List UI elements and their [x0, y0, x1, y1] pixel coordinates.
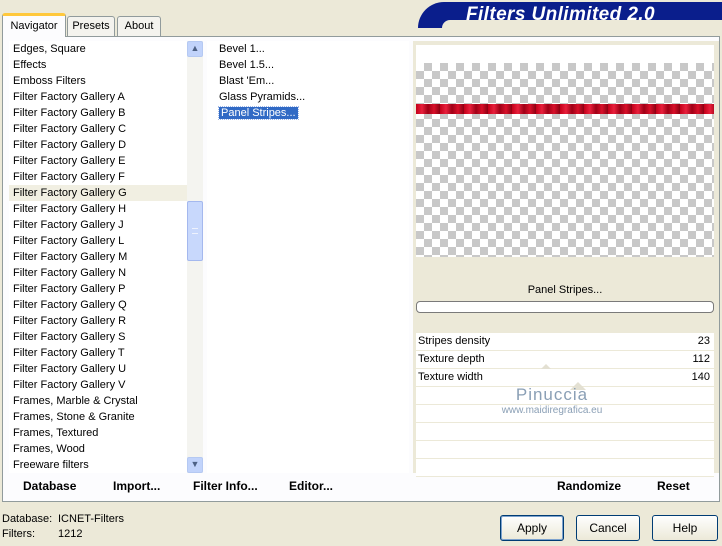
filter-name-label: Panel Stripes...	[527, 284, 603, 296]
slider-value: 23	[697, 335, 710, 347]
filter-item-label: Glass Pyramids...	[219, 91, 306, 103]
category-item[interactable]: Filter Factory Gallery F	[9, 169, 189, 185]
filter-item[interactable]: Bevel 1.5...	[207, 57, 409, 73]
category-item[interactable]: Filter Factory Gallery N	[9, 265, 189, 281]
category-item[interactable]: Emboss Filters	[9, 73, 189, 89]
slider-stripes-density[interactable]: Stripes density 23	[416, 333, 714, 351]
empty-slider-row	[416, 423, 714, 441]
filter-item-label: Blast 'Em...	[219, 75, 275, 87]
category-item[interactable]: Frames, Wood	[9, 441, 189, 457]
category-item[interactable]: Frames, Marble & Crystal	[9, 393, 189, 409]
category-item[interactable]: Filter Factory Gallery C	[9, 121, 189, 137]
app-title: Filters Unlimited 2.0	[466, 4, 655, 25]
filter-item-label: Bevel 1...	[219, 43, 265, 55]
chevron-down-icon[interactable]: ▼	[187, 457, 203, 473]
filter-item[interactable]: Blast 'Em...	[207, 73, 409, 89]
randomize-button[interactable]: Randomize	[557, 479, 621, 493]
filters-label: Filters:	[2, 528, 35, 540]
slider-label: Texture depth	[418, 353, 485, 365]
category-item[interactable]: Filter Factory Gallery T	[9, 345, 189, 361]
category-item[interactable]: Edges, Square	[9, 41, 189, 57]
cancel-button[interactable]: Cancel	[576, 515, 640, 541]
category-item[interactable]: Filter Factory Gallery Q	[9, 297, 189, 313]
stripe-band	[416, 104, 714, 114]
slider-label: Texture width	[418, 371, 483, 383]
empty-slider-row	[416, 441, 714, 459]
slider-texture-depth[interactable]: Texture depth 112	[416, 351, 714, 372]
database-label: Database:	[2, 513, 53, 525]
tab-navigator[interactable]: Navigator	[2, 13, 66, 37]
category-item[interactable]: Filter Factory Gallery L	[9, 233, 189, 249]
category-item[interactable]: Frames, Stone & Granite	[9, 409, 189, 425]
category-item[interactable]: Filter Factory Gallery B	[9, 105, 189, 121]
tab-about[interactable]: About	[117, 16, 161, 36]
category-item[interactable]: Frames, Textured	[9, 425, 189, 441]
chevron-up-icon[interactable]: ▲	[187, 41, 203, 57]
category-item[interactable]: Filter Factory Gallery M	[9, 249, 189, 265]
category-item[interactable]: Filter Factory Gallery A	[9, 89, 189, 105]
category-list[interactable]: Edges, Square Effects Emboss Filters Filter…	[9, 41, 189, 473]
filter-item-label: Bevel 1.5...	[219, 59, 275, 71]
navigator-panel: Edges, Square Effects Emboss Filters Filter…	[2, 36, 720, 502]
help-button[interactable]: Help	[652, 515, 718, 541]
filter-item[interactable]: Glass Pyramids...	[207, 89, 409, 105]
category-item[interactable]: Filter Factory Gallery D	[9, 137, 189, 153]
status-panel: Database: ICNET-Filters Filters: 1212	[2, 512, 124, 542]
filter-info-button[interactable]: Filter Info...	[193, 479, 258, 493]
filter-item-label: Panel Stripes...	[218, 106, 299, 120]
tab-presets[interactable]: Presets	[67, 16, 115, 36]
category-item[interactable]: Filter Factory Gallery V	[9, 377, 189, 393]
category-item[interactable]: Filter Factory Gallery E	[9, 153, 189, 169]
tab-label: Navigator	[10, 20, 58, 32]
editor-button[interactable]: Editor...	[289, 479, 333, 493]
filter-item[interactable]: Panel Stripes...	[207, 105, 409, 121]
category-item[interactable]: Filter Factory Gallery J	[9, 217, 189, 233]
database-value: ICNET-Filters	[58, 513, 124, 525]
slider-panel: Stripes density 23 Texture depth 112 Tex…	[416, 333, 714, 477]
empty-slider-row	[416, 459, 714, 477]
category-item[interactable]: Filter Factory Gallery P	[9, 281, 189, 297]
category-item[interactable]: Filter Factory Gallery R	[9, 313, 189, 329]
tab-label: Presets	[72, 20, 110, 32]
category-item[interactable]: Filter Factory Gallery H	[9, 201, 189, 217]
watermark-line2: www.maidiregrafica.eu	[501, 405, 603, 416]
reset-button[interactable]: Reset	[657, 479, 690, 493]
category-item[interactable]: Freeware filters	[9, 457, 189, 473]
filters-count: 1212	[58, 528, 83, 540]
scrollbar-thumb[interactable]	[187, 201, 203, 261]
slider-value: 140	[691, 371, 710, 383]
category-item[interactable]: Filter Factory Gallery U	[9, 361, 189, 377]
category-scrollbar[interactable]: ▲ ▼	[187, 41, 203, 473]
filter-item[interactable]: Bevel 1...	[207, 41, 409, 57]
slider-value: 112	[692, 353, 710, 365]
tab-label: About	[124, 20, 154, 32]
category-item[interactable]: Effects	[9, 57, 189, 73]
apply-button[interactable]: Apply	[500, 515, 564, 541]
watermark-line1: Pinuccia	[515, 385, 589, 404]
bottom-toolbar: Database Import... Filter Info... Editor…	[9, 477, 711, 499]
watermark: Pinuccia www.maidiregrafica.eu	[452, 385, 652, 416]
progress-bar	[416, 301, 714, 313]
category-item[interactable]: Filter Factory Gallery G	[9, 185, 189, 201]
preview-image	[416, 63, 714, 257]
filter-list[interactable]: Bevel 1... Bevel 1.5... Blast 'Em... Glass …	[207, 41, 409, 473]
database-button[interactable]: Database	[23, 479, 76, 493]
category-item[interactable]: Filter Factory Gallery S	[9, 329, 189, 345]
preview-area: Panel Stripes... Stripes density 23 Text…	[413, 41, 719, 477]
import-button[interactable]: Import...	[113, 479, 160, 493]
slider-label: Stripes density	[418, 335, 491, 347]
preview-margin	[416, 45, 714, 63]
